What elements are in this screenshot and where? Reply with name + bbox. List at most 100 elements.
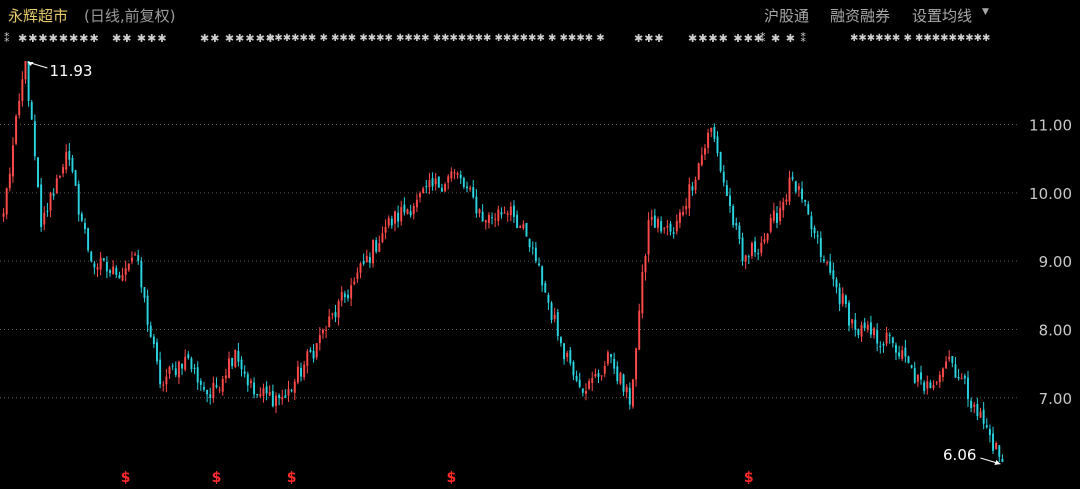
- candle: [948, 350, 951, 362]
- candle: [309, 347, 312, 353]
- candle-body: [851, 319, 854, 324]
- candle: [162, 381, 165, 392]
- candle: [190, 356, 193, 373]
- candle: [522, 220, 525, 231]
- candle-body: [353, 281, 356, 285]
- candle-body: [682, 212, 685, 215]
- candle: [237, 342, 240, 367]
- candle: [68, 143, 71, 167]
- candle-body: [550, 302, 553, 320]
- candle-body: [982, 409, 985, 424]
- candle: [957, 369, 960, 381]
- candle: [231, 357, 234, 370]
- candle-body: [534, 247, 537, 262]
- candle-body: [362, 261, 365, 264]
- candle-body: [303, 364, 306, 378]
- candle: [62, 163, 65, 178]
- candle-body: [722, 171, 725, 183]
- candle: [650, 209, 653, 226]
- event-marker: $: [212, 470, 222, 486]
- candle: [325, 325, 328, 339]
- candle-body: [766, 233, 769, 241]
- candle: [682, 205, 685, 217]
- y-tick-label: 7.00: [1039, 390, 1072, 408]
- candle-body: [249, 380, 252, 384]
- candle: [37, 157, 39, 188]
- candle: [475, 189, 478, 218]
- candle-body: [359, 263, 362, 273]
- candle: [528, 238, 531, 252]
- candle: [181, 363, 184, 375]
- candle-body: [691, 186, 694, 191]
- candle-body: [177, 361, 180, 378]
- candle-body: [481, 211, 484, 222]
- candle-body: [124, 268, 127, 275]
- candle: [177, 360, 180, 385]
- candle-body: [622, 374, 625, 392]
- candle-body: [838, 287, 841, 304]
- candle: [165, 369, 168, 393]
- candle: [716, 131, 719, 157]
- candle-body: [954, 364, 957, 378]
- candle: [660, 216, 663, 234]
- candle: [588, 378, 591, 391]
- candle-body: [804, 199, 807, 202]
- candle: [766, 232, 769, 244]
- candlestick-chart[interactable]: 7.00 8.00 9.00 10.00 11.00 11.93 6.06 $ $ $ $ $: [0, 0, 1080, 489]
- candle-body: [337, 301, 340, 318]
- candle: [600, 375, 603, 381]
- candle: [738, 222, 741, 245]
- candle: [832, 262, 835, 287]
- candle-body: [929, 382, 932, 389]
- candle-body: [440, 187, 443, 192]
- candle-body: [585, 390, 587, 394]
- candle-body: [37, 157, 39, 188]
- candle-body: [331, 313, 334, 315]
- candle-body: [231, 357, 234, 367]
- candle-body: [137, 255, 140, 261]
- candle-body: [678, 212, 681, 223]
- candle-body: [782, 202, 785, 211]
- event-marker: $: [446, 470, 456, 486]
- candle-body: [735, 223, 738, 226]
- candle-body: [456, 173, 459, 175]
- candle-body: [857, 329, 860, 335]
- candle: [647, 212, 650, 263]
- candle: [851, 319, 854, 329]
- candle: [854, 313, 857, 337]
- candle: [694, 176, 697, 194]
- candle: [384, 219, 387, 239]
- candle: [672, 227, 675, 239]
- candle: [481, 204, 484, 222]
- candle-body: [40, 184, 43, 228]
- candle-body: [343, 293, 346, 298]
- candle-body: [224, 375, 227, 379]
- candle-body: [697, 163, 700, 180]
- candle-body: [130, 257, 133, 262]
- candle: [375, 237, 378, 254]
- candle-body: [259, 394, 262, 397]
- candle-body: [970, 400, 973, 409]
- candle-body: [62, 167, 65, 174]
- candle-body: [600, 375, 603, 377]
- candle: [431, 172, 434, 191]
- candle: [979, 407, 982, 418]
- candle: [500, 207, 503, 219]
- candle: [18, 93, 21, 119]
- candle: [973, 402, 976, 414]
- candle-body: [960, 378, 963, 380]
- candle-body: [240, 359, 243, 370]
- candle: [478, 208, 481, 218]
- candle-body: [218, 389, 221, 391]
- event-marker: $: [744, 470, 754, 486]
- candle: [315, 343, 318, 360]
- candle-body: [115, 267, 118, 275]
- candle: [40, 177, 43, 232]
- candle-body: [15, 116, 18, 144]
- candle-body: [419, 193, 421, 198]
- candle-body: [168, 366, 171, 375]
- candle: [616, 361, 619, 385]
- candle: [757, 248, 760, 261]
- candle-body: [591, 378, 594, 384]
- candle-body: [920, 372, 922, 380]
